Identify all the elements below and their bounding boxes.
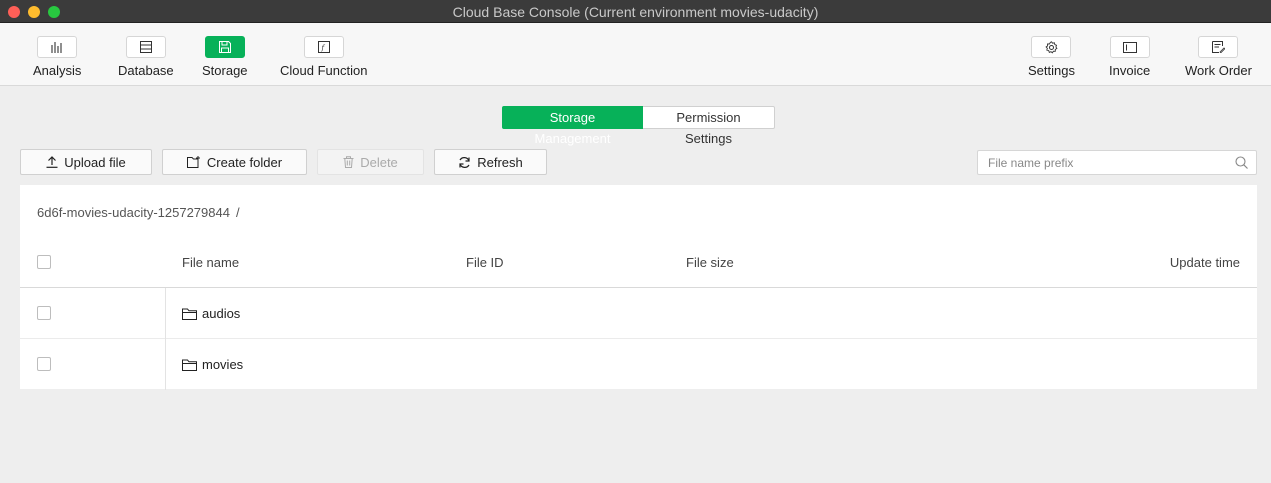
row-checkbox[interactable]: [37, 357, 51, 371]
select-all-checkbox[interactable]: [37, 255, 51, 269]
tool-settings[interactable]: Settings: [1028, 36, 1075, 78]
table-row[interactable]: audios: [20, 288, 1257, 339]
tab-permission-settings[interactable]: Permission Settings: [643, 106, 775, 146]
tool-database-label: Database: [118, 63, 174, 78]
tab-storage-management[interactable]: Storage Management: [502, 106, 643, 146]
tool-analysis[interactable]: Analysis: [33, 36, 81, 78]
breadcrumb: 6d6f-movies-udacity-1257279844 /: [37, 205, 240, 220]
gear-icon: [1031, 36, 1072, 58]
invoice-icon: [1109, 36, 1150, 58]
table-row[interactable]: movies: [20, 339, 1257, 390]
upload-file-label: Upload file: [64, 154, 126, 170]
trash-icon: [343, 156, 354, 168]
storage-tabs: Storage Management Permission Settings: [502, 106, 775, 146]
tool-work-order-label: Work Order: [1185, 63, 1252, 78]
column-file-size[interactable]: File size: [686, 255, 734, 270]
tool-storage-label: Storage: [202, 63, 248, 78]
breadcrumb-separator: /: [235, 205, 240, 220]
database-icon: [125, 36, 166, 58]
tool-work-order[interactable]: Work Order: [1185, 36, 1252, 78]
search-icon[interactable]: [1235, 156, 1248, 169]
tool-database[interactable]: Database: [118, 36, 174, 78]
column-file-id[interactable]: File ID: [466, 255, 504, 270]
file-name-cell[interactable]: movies: [182, 357, 243, 372]
row-checkbox[interactable]: [37, 306, 51, 320]
folder-icon: [182, 359, 197, 371]
folder-icon: [182, 308, 197, 320]
tool-storage[interactable]: Storage: [202, 36, 248, 78]
storage-icon: [204, 36, 245, 58]
main-toolbar: Analysis Database Storage f Cloud Functi…: [0, 23, 1271, 86]
create-folder-button[interactable]: Create folder: [162, 149, 307, 175]
upload-file-button[interactable]: Upload file: [20, 149, 152, 175]
delete-label: Delete: [360, 154, 398, 170]
file-name-cell[interactable]: audios: [182, 306, 240, 321]
bar-chart-icon: [37, 36, 78, 58]
file-list-panel: 6d6f-movies-udacity-1257279844 / File nam…: [20, 185, 1257, 390]
tool-invoice-label: Invoice: [1109, 63, 1151, 78]
breadcrumb-bucket[interactable]: 6d6f-movies-udacity-1257279844: [37, 205, 230, 220]
tool-invoice[interactable]: Invoice: [1109, 36, 1150, 78]
file-search: [977, 150, 1257, 175]
file-name-text: movies: [202, 357, 244, 372]
function-icon: f: [303, 36, 344, 58]
column-file-name[interactable]: File name: [182, 255, 239, 270]
work-order-icon: [1198, 36, 1239, 58]
svg-text:f: f: [320, 44, 325, 52]
tool-settings-label: Settings: [1028, 63, 1075, 78]
delete-button[interactable]: Delete: [317, 149, 424, 175]
tool-cloud-function-label: Cloud Function: [280, 63, 368, 78]
new-folder-icon: [186, 156, 200, 168]
upload-icon: [46, 156, 58, 168]
file-name-prefix-input[interactable]: [978, 151, 1218, 174]
column-update-time[interactable]: Update time: [1170, 255, 1240, 270]
tool-analysis-label: Analysis: [33, 63, 82, 78]
refresh-label: Refresh: [477, 154, 523, 170]
refresh-icon: [459, 156, 470, 168]
window-title: Cloud Base Console (Current environment …: [452, 4, 819, 20]
row-divider: [165, 288, 166, 339]
title-bar: Cloud Base Console (Current environment …: [0, 0, 1271, 23]
file-name-text: audios: [202, 306, 241, 321]
refresh-button[interactable]: Refresh: [434, 149, 547, 175]
tool-cloud-function[interactable]: f Cloud Function: [280, 36, 367, 78]
table-header: File name File ID File size Update time: [20, 237, 1257, 288]
row-divider: [165, 339, 166, 390]
create-folder-label: Create folder: [206, 154, 283, 170]
